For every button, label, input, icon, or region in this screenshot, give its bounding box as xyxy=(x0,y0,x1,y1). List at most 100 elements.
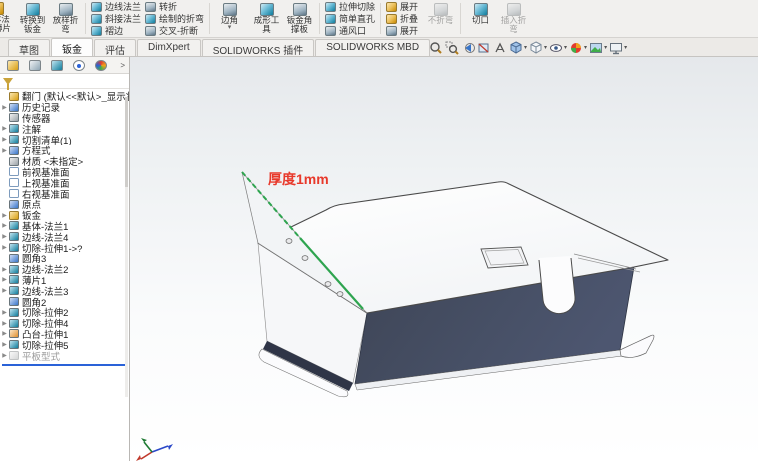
ribbon-button-rip[interactable]: 切口 xyxy=(464,1,497,37)
ribbon-button-fold[interactable]: 折叠 xyxy=(384,13,420,25)
ribbon-button-edge-flange[interactable]: 边线法兰 xyxy=(89,1,143,13)
expand-arrow-icon[interactable]: ▶ xyxy=(0,276,9,283)
model-3d[interactable]: 厚度1mm xyxy=(130,57,758,461)
tree-item-right-plane[interactable]: 右视基准面 xyxy=(0,188,129,199)
ribbon-button-miter-flange[interactable]: 斜接法兰 xyxy=(89,13,143,25)
expand-arrow-icon[interactable]: ▶ xyxy=(0,212,9,219)
ribbon-button-unfold[interactable]: 展开 xyxy=(384,1,420,13)
expand-arrow-icon[interactable]: ▶ xyxy=(0,222,9,229)
zoom-fit-icon[interactable] xyxy=(429,41,443,55)
tree-item-annotations[interactable]: ▶ 注解 xyxy=(0,123,129,134)
tree-item-edge-flange4[interactable]: ▶ 边线-法兰4 xyxy=(0,231,129,242)
tree-item-top-plane[interactable]: 上视基准面 xyxy=(0,177,129,188)
tree-item-flat-pattern[interactable]: ▶ 平板型式 xyxy=(0,350,129,361)
cut-extrude-feature-icon xyxy=(9,308,19,317)
displaymanager-tab[interactable] xyxy=(90,58,112,72)
expand-arrow-icon[interactable]: ▶ xyxy=(0,147,9,154)
section-view-icon[interactable] xyxy=(477,41,491,55)
hide-show-items-icon[interactable]: ▾ xyxy=(549,41,567,55)
ribbon-button-hem[interactable]: 褶边 xyxy=(89,25,143,37)
expand-arrow-icon[interactable]: ▶ xyxy=(0,341,9,348)
lofted-bend-icon xyxy=(59,3,73,16)
ribbon-button-label: 基体法兰/薄片 xyxy=(0,15,12,33)
tree-item-equations[interactable]: ▶ 方程式 xyxy=(0,145,129,156)
expand-arrow-icon[interactable]: ▶ xyxy=(0,266,9,273)
expand-arrow-icon[interactable]: ▶ xyxy=(0,233,9,240)
tree-item-history[interactable]: ▶ 历史记录 xyxy=(0,102,129,113)
tree-item-fillet3[interactable]: 圆角3 xyxy=(0,253,129,264)
thickness-annotation[interactable]: 厚度1mm xyxy=(268,171,329,187)
tree-item-cut-extrude4[interactable]: ▶ 切除-拉伸4 xyxy=(0,318,129,329)
ribbon-button-corners[interactable]: 边角 ▾ xyxy=(213,1,246,37)
bottom-right-flange xyxy=(620,335,654,357)
configurationmanager-tab[interactable] xyxy=(46,58,68,72)
tree-item-cutlist[interactable]: ▶ 切割清单(1) xyxy=(0,134,129,145)
panel-tabs-overflow-chevron[interactable]: > xyxy=(120,61,127,70)
tree-item-edge-flange2[interactable]: ▶ 边线-法兰2 xyxy=(0,264,129,275)
expand-arrow-icon[interactable]: ▶ xyxy=(0,104,9,111)
tree-item-material[interactable]: 材质 <未指定> xyxy=(0,156,129,167)
tab-evaluate[interactable]: 评估 xyxy=(94,39,136,56)
tree-item-front-plane[interactable]: 前视基准面 xyxy=(0,167,129,178)
ribbon-button-cross-break[interactable]: 交叉-折断 xyxy=(143,25,206,37)
expand-arrow-icon[interactable]: ▶ xyxy=(0,136,9,143)
tree-item-tab1[interactable]: ▶ 薄片1 xyxy=(0,275,129,286)
rollback-bar[interactable] xyxy=(2,364,127,366)
tree-item-sheetmetal-folder[interactable]: ▶ 钣金 xyxy=(0,210,129,221)
ribbon-button-sheetmetal-gusset[interactable]: 钣金角撑板 xyxy=(283,1,316,37)
tree-scrollbar[interactable] xyxy=(125,97,128,397)
rip-icon xyxy=(474,3,488,16)
propertymanager-tab[interactable] xyxy=(24,58,46,72)
tree-item-edge-flange3[interactable]: ▶ 边线-法兰3 xyxy=(0,285,129,296)
graphics-area[interactable]: 厚度1mm xyxy=(130,57,758,461)
tree-item-fillet2[interactable]: 圆角2 xyxy=(0,296,129,307)
tree-item-cut-extrude1[interactable]: ▶ 切除-拉伸1->? xyxy=(0,242,129,253)
expand-arrow-icon[interactable]: ▶ xyxy=(0,352,9,359)
tree-root-part[interactable]: 翻门 (默认<<默认>_显示状态 1>)->? xyxy=(0,91,129,102)
dimxpertmanager-tab[interactable] xyxy=(68,58,90,72)
reference-triad xyxy=(136,438,173,461)
tree-item-cut-extrude5[interactable]: ▶ 切除-拉伸5 xyxy=(0,339,129,350)
tree-item-boss-extrude1[interactable]: ▶ 凸台-拉伸1 xyxy=(0,329,129,340)
tab-dimxpert[interactable]: DimXpert xyxy=(137,39,201,56)
ribbon-separator xyxy=(209,3,210,34)
view-settings-icon[interactable]: ▾ xyxy=(609,41,627,55)
ribbon-button-simple-hole[interactable]: 简单直孔 xyxy=(323,13,377,25)
ribbon-button-convert-to-sheetmetal[interactable]: 转换到钣金 xyxy=(16,1,49,37)
ribbon-button-base-flange-clipped[interactable]: 基体法兰/薄片 xyxy=(0,0,13,37)
ribbon-button-vent[interactable]: 通风口 xyxy=(323,25,377,37)
tab-solidworks-mbd[interactable]: SOLIDWORKS MBD xyxy=(315,39,430,56)
expand-arrow-icon[interactable]: ▶ xyxy=(0,244,9,251)
edit-appearance-icon[interactable]: ▾ xyxy=(569,41,587,55)
expand-arrow-icon[interactable]: ▶ xyxy=(0,330,9,337)
ribbon-button-forming-tool[interactable]: 成形工具 xyxy=(250,1,283,37)
tree-item-cut-extrude2[interactable]: ▶ 切除-拉伸2 xyxy=(0,307,129,318)
ribbon-button-jog[interactable]: 转折 xyxy=(143,1,206,13)
tree-item-sensors[interactable]: 传感器 xyxy=(0,113,129,124)
annotations-icon[interactable] xyxy=(493,41,507,55)
previous-view-icon[interactable] xyxy=(461,41,475,55)
ribbon-button-no-bends[interactable]: 不折弯 xyxy=(424,1,457,37)
tab-sketch[interactable]: 草图 xyxy=(8,39,50,56)
tree-scrollbar-thumb[interactable] xyxy=(125,97,128,187)
miter-flange-icon xyxy=(91,14,102,24)
expand-arrow-icon[interactable]: ▶ xyxy=(0,320,9,327)
featuremanager-tab[interactable] xyxy=(2,58,24,72)
filter-funnel-icon[interactable] xyxy=(3,78,13,85)
zoom-area-icon[interactable] xyxy=(445,41,459,55)
apply-scene-icon[interactable]: ▾ xyxy=(589,41,607,55)
tab-solidworks-addins[interactable]: SOLIDWORKS 插件 xyxy=(202,39,315,56)
view-orientation-icon[interactable]: ▾ xyxy=(509,41,527,55)
tree-item-origin[interactable]: 原点 xyxy=(0,199,129,210)
expand-arrow-icon[interactable]: ▶ xyxy=(0,125,9,132)
ribbon-button-lofted-bend[interactable]: 放样折弯 xyxy=(49,1,82,37)
expand-arrow-icon[interactable]: ▶ xyxy=(0,287,9,294)
tab-sheetmetal[interactable]: 钣金 xyxy=(51,38,93,56)
ribbon-button-flatten[interactable]: 展开 xyxy=(384,25,420,37)
ribbon-button-insert-bends[interactable]: 插入折弯 xyxy=(497,1,530,37)
display-style-icon[interactable]: ▾ xyxy=(529,41,547,55)
expand-arrow-icon[interactable]: ▶ xyxy=(0,309,9,316)
tree-item-base-flange1[interactable]: ▶ 基体-法兰1 xyxy=(0,221,129,232)
ribbon-button-sketched-bend[interactable]: 绘制的折弯 xyxy=(143,13,206,25)
ribbon-button-extruded-cut[interactable]: 拉伸切除 xyxy=(323,1,377,13)
